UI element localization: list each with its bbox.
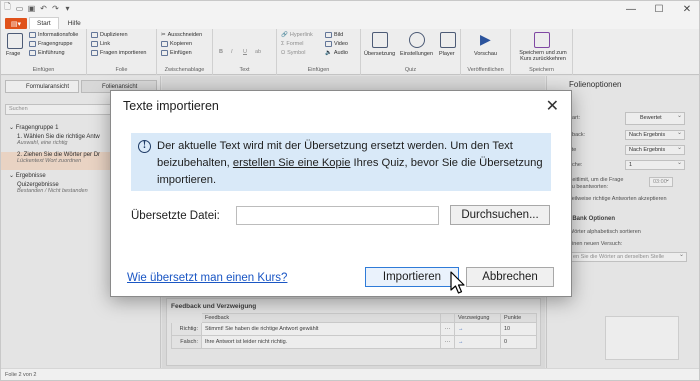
undo-icon[interactable]: ↶	[39, 3, 48, 13]
info-text: Der aktuelle Text wird mit der Übersetzu…	[157, 140, 543, 186]
status-bar: Folie 2 von 2	[1, 368, 699, 380]
import-texts-dialog: Texte importieren ✕ ! Der aktuelle Text …	[110, 90, 572, 297]
info-message: ! Der aktuelle Text wird mit der Überset…	[131, 133, 551, 191]
quick-access-toolbar: 🗋 ▭ ▣ ↶ ↷ ▾	[3, 2, 72, 13]
tab-start[interactable]: Start	[29, 17, 59, 29]
close-icon[interactable]: ✕	[673, 1, 699, 17]
tab-hilfe[interactable]: Hilfe	[61, 17, 88, 29]
info-icon: !	[138, 140, 151, 153]
create-copy-link[interactable]: erstellen Sie eine Kopie	[233, 157, 351, 169]
title-bar: 🗋 ▭ ▣ ↶ ↷ ▾ — ☐ ✕	[1, 1, 699, 17]
close-icon[interactable]: ✕	[546, 96, 559, 116]
window-controls: — ☐ ✕	[617, 1, 699, 17]
help-link[interactable]: Wie übersetzt man einen Kurs?	[127, 272, 287, 284]
save-icon[interactable]: ▣	[27, 3, 36, 13]
app-menu-icon: ▤▾	[10, 20, 22, 28]
file-menu-button[interactable]: ▤▾	[5, 18, 27, 29]
browse-button[interactable]: Durchsuchen...	[450, 205, 550, 225]
cancel-button[interactable]: Abbrechen	[466, 267, 554, 287]
customize-icon[interactable]: ▾	[63, 3, 72, 13]
new-icon[interactable]: 🗋	[3, 2, 12, 13]
ribbon-tabs: ▤▾ Start Hilfe	[1, 17, 699, 29]
import-button[interactable]: Importieren	[365, 267, 459, 287]
translated-file-input[interactable]	[236, 206, 439, 225]
dialog-title: Texte importieren	[123, 99, 219, 113]
redo-icon[interactable]: ↷	[51, 3, 60, 13]
mouse-cursor-icon	[450, 271, 465, 294]
app-window: 🗋 ▭ ▣ ↶ ↷ ▾ — ☐ ✕ ▤▾ Start Hilfe Frage I…	[0, 0, 700, 381]
translated-file-label: Übersetzte Datei:	[131, 210, 220, 222]
maximize-icon[interactable]: ☐	[645, 1, 673, 17]
open-icon[interactable]: ▭	[15, 3, 24, 13]
minimize-icon[interactable]: —	[617, 1, 645, 17]
